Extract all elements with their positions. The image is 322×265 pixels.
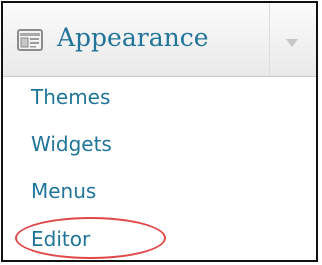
submenu-item-widgets[interactable]: Widgets: [31, 132, 112, 156]
appearance-menu-title[interactable]: Appearance: [57, 23, 209, 53]
chevron-down-icon[interactable]: [286, 39, 298, 47]
appearance-submenu: Themes Widgets Menus Editor: [3, 77, 316, 260]
appearance-menu-header[interactable]: Appearance: [3, 3, 316, 77]
admin-menu-panel: Appearance Themes Widgets Menus Editor: [1, 1, 318, 262]
submenu-item-editor[interactable]: Editor: [31, 227, 90, 251]
appearance-panel-icon: [17, 29, 43, 51]
submenu-item-menus[interactable]: Menus: [31, 179, 96, 203]
submenu-item-themes[interactable]: Themes: [31, 85, 110, 109]
menu-toggle-button[interactable]: [269, 3, 316, 76]
